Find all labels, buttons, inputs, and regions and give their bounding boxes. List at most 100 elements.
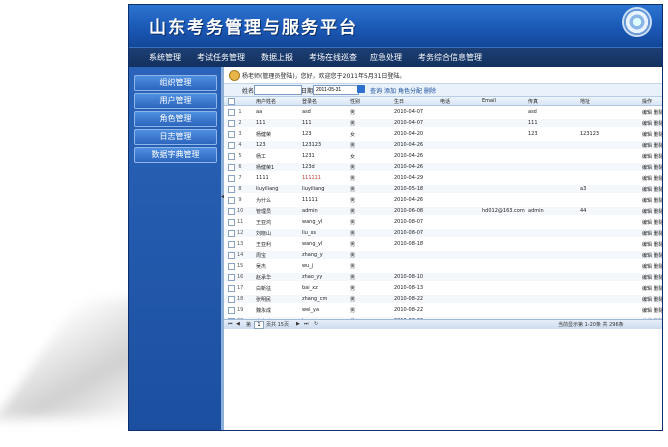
row-checkbox[interactable]: [228, 219, 235, 226]
row-checkbox[interactable]: [228, 109, 235, 116]
menu-data-report[interactable]: 数据上报: [261, 52, 293, 63]
cell-op[interactable]: 编辑 删除: [642, 263, 662, 270]
sidebar-item-dictionary[interactable]: 数据字典管理: [134, 147, 217, 163]
cell-op[interactable]: 编辑 删除: [642, 241, 662, 248]
menu-emergency[interactable]: 应急处理: [370, 52, 402, 63]
select-all-checkbox[interactable]: [228, 98, 235, 105]
col-email[interactable]: Email: [482, 98, 496, 104]
cell-fax: admin: [528, 208, 544, 214]
table-row[interactable]: 5 杨工 1231 女 2010-04-26 编辑 删除: [224, 152, 662, 160]
table-row[interactable]: 12 刘晓山 liu_xs 男 2010-08-07 编辑 删除: [224, 229, 662, 237]
sidebar-item-logs[interactable]: 日志管理: [134, 129, 217, 145]
table-row[interactable]: 18 张明民 zhang_cm 男 2010-08-22 编辑 删除: [224, 295, 662, 303]
col-sex[interactable]: 性别: [350, 98, 360, 105]
cell-op[interactable]: 编辑 删除: [642, 307, 662, 314]
menu-online-patrol[interactable]: 考场在线巡查: [309, 52, 357, 63]
row-number: 6: [238, 164, 242, 170]
row-checkbox[interactable]: [228, 274, 235, 281]
col-birth[interactable]: 生日: [394, 98, 404, 105]
table-row[interactable]: 4 123 123123 男 2010-04-26 编辑 删除: [224, 141, 662, 149]
cell-op[interactable]: 编辑 删除: [642, 109, 662, 116]
row-checkbox[interactable]: [228, 175, 235, 182]
row-checkbox[interactable]: [228, 131, 235, 138]
prev-page-icon[interactable]: ◀: [236, 321, 240, 327]
table-row[interactable]: 13 王亚利 wang_yl 男 2010-08-18 编辑 删除: [224, 240, 662, 248]
cell-op[interactable]: 编辑 删除: [642, 230, 662, 237]
cell-op[interactable]: 编辑 删除: [642, 131, 662, 138]
table-row[interactable]: 8 liuyiliang liuyiliang 男 2010-05-18 a3 编辑 删除: [224, 185, 662, 193]
cell-name: aa: [256, 109, 263, 115]
menu-system[interactable]: 系统管理: [149, 52, 181, 63]
last-page-icon[interactable]: ⏭: [304, 321, 309, 327]
col-fax[interactable]: 传真: [528, 98, 538, 105]
col-login[interactable]: 登录名: [302, 98, 317, 105]
row-checkbox[interactable]: [228, 197, 235, 204]
add-button[interactable]: 添加: [384, 86, 396, 95]
table-row[interactable]: 11 王亚鸿 wang_yl 男 2010-08-07 编辑 删除: [224, 218, 662, 226]
table-row[interactable]: 7 1111 111111 男 2010-04-29 编辑 删除: [224, 174, 662, 182]
row-checkbox[interactable]: [228, 285, 235, 292]
table-row[interactable]: 14 周宝 zhang_y 男 编辑 删除: [224, 251, 662, 259]
menu-info-mgmt[interactable]: 考务综合信息管理: [418, 52, 482, 63]
table-row[interactable]: 2 111 111 男 2010-04-07 111 编辑 删除: [224, 119, 662, 127]
cell-op[interactable]: 编辑 删除: [642, 186, 662, 193]
gear-icon[interactable]: [624, 9, 650, 35]
col-phone[interactable]: 电话: [440, 98, 450, 105]
row-checkbox[interactable]: [228, 153, 235, 160]
row-checkbox[interactable]: [228, 241, 235, 248]
query-button[interactable]: 查询: [370, 86, 382, 95]
cell-op[interactable]: 编辑 删除: [642, 208, 662, 215]
col-operation[interactable]: 操作: [642, 98, 652, 105]
sidebar-item-roles[interactable]: 角色管理: [134, 111, 217, 127]
sidebar-item-org[interactable]: 组织管理: [134, 75, 217, 91]
table-row[interactable]: 17 白新征 bai_xz 男 2010-08-13 编辑 删除: [224, 284, 662, 292]
delete-button[interactable]: 删除: [424, 86, 436, 95]
row-checkbox[interactable]: [228, 208, 235, 215]
refresh-icon[interactable]: ↻: [314, 321, 318, 327]
cell-op[interactable]: 编辑 删除: [642, 164, 662, 171]
cell-op[interactable]: 编辑 删除: [642, 153, 662, 160]
row-checkbox[interactable]: [228, 252, 235, 259]
cell-birth: 2010-04-26: [394, 197, 424, 203]
calendar-icon[interactable]: [357, 85, 365, 93]
cell-op[interactable]: 编辑 删除: [642, 285, 662, 292]
row-checkbox[interactable]: [228, 142, 235, 149]
cell-op[interactable]: 编辑 删除: [642, 274, 662, 281]
cell-op[interactable]: 编辑 删除: [642, 142, 662, 149]
row-checkbox[interactable]: [228, 164, 235, 171]
date-input[interactable]: [313, 85, 359, 95]
table-row[interactable]: 9 为什么 11111 男 2010-04-26 编辑 删除: [224, 196, 662, 204]
col-name[interactable]: 用户姓名: [256, 98, 276, 105]
table-row[interactable]: 6 杨健荣1 123d 男 2010-04-26 编辑 删除: [224, 163, 662, 171]
cell-op[interactable]: 编辑 删除: [642, 296, 662, 303]
next-page-icon[interactable]: ▶: [296, 321, 300, 327]
row-checkbox[interactable]: [228, 296, 235, 303]
table-row[interactable]: 10 管理员 admin 男 2010-06-08 hd012@163.com admin 4…: [224, 207, 662, 215]
table-row[interactable]: 1 aa asd 男 2010-04-07 asd 编辑 删除: [224, 108, 662, 116]
row-checkbox[interactable]: [228, 230, 235, 237]
cell-op[interactable]: 编辑 删除: [642, 175, 662, 182]
row-checkbox[interactable]: [228, 186, 235, 193]
cell-op[interactable]: 编辑 删除: [642, 197, 662, 204]
table-row[interactable]: 16 赵承华 zhao_yy 男 2010-08-10 编辑 删除: [224, 273, 662, 281]
table-row[interactable]: 3 杨健荣 123 女 2010-04-20 123 123123 编辑 删除: [224, 130, 662, 138]
cell-op[interactable]: 编辑 删除: [642, 252, 662, 259]
page-input[interactable]: 1: [254, 321, 264, 329]
row-checkbox[interactable]: [228, 263, 235, 270]
first-page-icon[interactable]: ⏮: [228, 321, 233, 327]
row-checkbox[interactable]: [228, 307, 235, 314]
col-address[interactable]: 地址: [580, 98, 590, 105]
table-row[interactable]: 19 魏永成 wei_ya 男 2010-08-22 编辑 删除: [224, 306, 662, 314]
date-label: 日期: [301, 88, 314, 95]
welcome-text: 杨老师(管理员登陆)，您好，欢迎您于2011年5月31日登陆。: [242, 73, 406, 80]
row-checkbox[interactable]: [228, 120, 235, 127]
menu-exam-task[interactable]: 考试任务管理: [197, 52, 245, 63]
row-number: 12: [237, 230, 244, 236]
cell-birth: 2010-04-20: [394, 131, 424, 137]
table-row[interactable]: 15 吴杰 wu_j 男 编辑 删除: [224, 262, 662, 270]
name-input[interactable]: [254, 85, 302, 95]
sidebar-item-users[interactable]: 用户管理: [134, 93, 217, 109]
cell-op[interactable]: 编辑 删除: [642, 219, 662, 226]
assign-role-button[interactable]: 角色分配: [398, 86, 422, 95]
cell-op[interactable]: 编辑 删除: [642, 120, 662, 127]
